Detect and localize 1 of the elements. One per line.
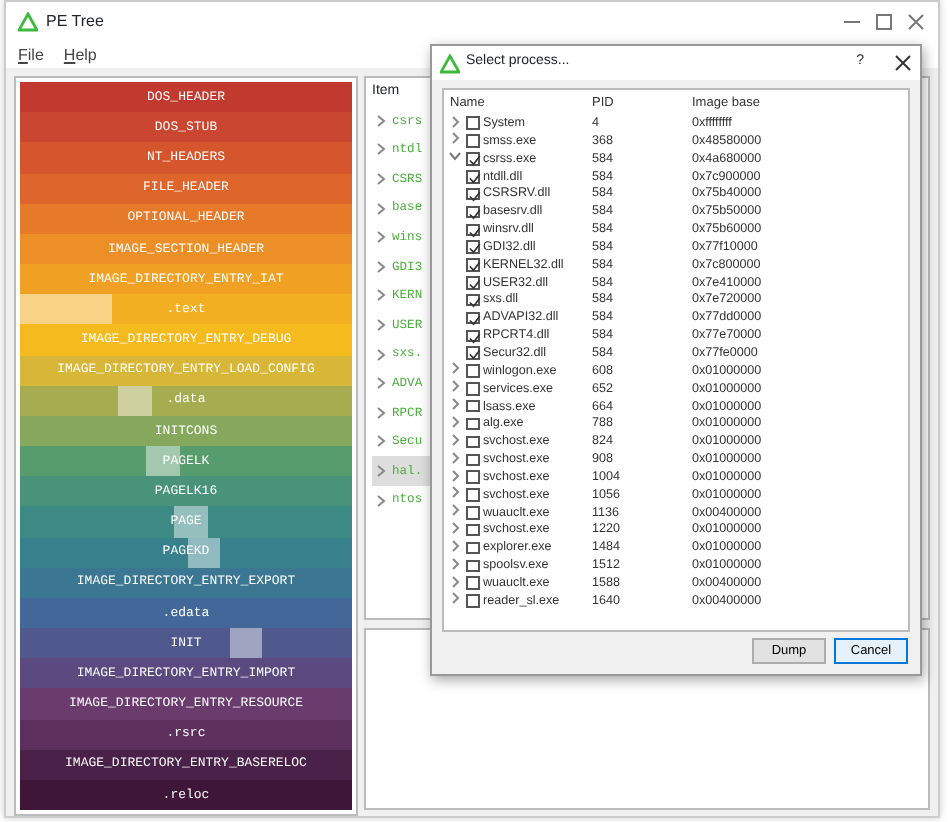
window-title: PE Tree bbox=[46, 10, 104, 34]
